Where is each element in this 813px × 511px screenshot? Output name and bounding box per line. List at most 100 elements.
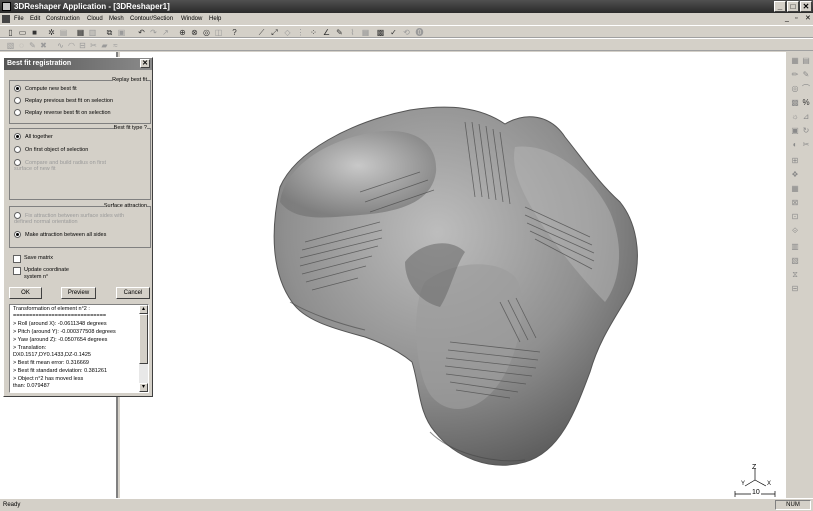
tool-i-icon[interactable]: ⧖ [790,270,800,280]
3d-viewport[interactable]: Z Y X 10 [120,52,786,498]
curve-icon[interactable]: ∿ [56,41,65,50]
preview-button[interactable]: Preview [61,287,96,299]
menu-window[interactable]: Window [181,13,202,25]
tool-f-icon[interactable]: ⟐ [790,226,800,236]
grid-icon[interactable]: ▦ [361,28,370,37]
dialog-title-bar[interactable]: Best fit registration ✕ [4,58,152,70]
close-button[interactable]: ✕ [800,1,812,12]
zoom-area-icon[interactable]: ⊗ [190,28,199,37]
mdi-minimize-button[interactable]: _ [785,13,789,25]
help-icon[interactable]: ? [230,28,239,37]
minimize-button[interactable]: _ [774,1,786,12]
log-scrollbar[interactable]: ▴ ▾ [139,305,148,392]
paste-icon[interactable]: ▣ [117,28,126,37]
shading-icon[interactable]: ⌒ [801,84,811,94]
tool-g-icon[interactable]: ▥ [790,242,800,252]
menu-edit[interactable]: Edit [30,13,40,25]
document-icon[interactable] [2,15,10,23]
copy-icon[interactable]: ⧉ [105,28,114,37]
radio-replay-reverse[interactable]: Replay reverse best fit on selection [14,109,111,117]
color-icon[interactable]: ◐ [790,140,800,150]
log-output[interactable]: Transformation of element n°2 : ========… [9,304,149,393]
tool-j-icon[interactable]: ⊟ [790,284,800,294]
menu-file[interactable]: File [14,13,24,25]
menu-construction[interactable]: Construction [46,13,80,25]
fit-view-icon[interactable]: ▦ [790,56,800,66]
cancel-button[interactable]: Cancel [116,287,150,299]
camera-icon[interactable]: ◎ [202,28,211,37]
update-coordinate-checkbox[interactable]: Update coordinate system n° [13,267,93,281]
checkbox-compare-radius[interactable]: Compare and build radius on first surfac… [14,159,109,172]
view-top-icon[interactable]: ▤ [801,56,811,66]
smooth-icon[interactable]: ≈ [111,41,120,50]
radio-all-together[interactable]: All together [14,133,53,141]
export-icon[interactable]: ▥ [88,28,97,37]
menu-help[interactable]: Help [209,13,221,25]
chart-icon[interactable]: ▩ [376,28,385,37]
network-icon[interactable]: ⟲ [402,28,411,37]
menu-cloud[interactable]: Cloud [87,13,103,25]
undo-icon[interactable]: ↶ [137,28,146,37]
menu-mesh[interactable]: Mesh [109,13,124,25]
lasso-icon[interactable]: ◌ [17,41,26,50]
view-iso-icon[interactable]: ◎ [790,84,800,94]
plane-icon[interactable]: ◇ [283,28,292,37]
mdi-close-button[interactable]: ✕ [805,13,811,25]
radio-compute-new[interactable]: Compute new best fit [14,85,77,93]
check-icon[interactable]: ✓ [389,28,398,37]
angle-icon[interactable]: ∠ [322,28,331,37]
redo-icon[interactable]: ↷ [149,28,158,37]
select-icon[interactable]: ▧ [6,41,15,50]
scroll-up-icon[interactable]: ▴ [139,305,148,314]
wire-icon[interactable]: ⊿ [801,112,811,122]
edit-icon[interactable]: ✎ [335,28,344,37]
lock-icon[interactable]: ▣ [790,126,800,136]
info-icon[interactable]: ⓿ [415,28,424,37]
fill-icon[interactable]: ▰ [100,41,109,50]
radio-all-sides[interactable]: Make attraction between all sides [14,231,106,239]
tool-d-icon[interactable]: ⊠ [790,198,800,208]
tool-e-icon[interactable]: ⊡ [790,212,800,222]
brush-icon[interactable]: ⌇ [348,28,357,37]
pen-icon[interactable]: ✎ [28,41,37,50]
open-icon[interactable]: ▭ [18,28,27,37]
scroll-down-icon[interactable]: ▾ [139,383,148,392]
layers-icon[interactable]: ◫ [214,28,223,37]
radio-first-object[interactable]: On first object of selection [14,146,88,154]
clip-icon[interactable]: ✂ [801,140,811,150]
surface-icon[interactable]: ◠ [67,41,76,50]
tool-h-icon[interactable]: ▧ [790,256,800,266]
zoom-in-icon[interactable]: ⊕ [178,28,187,37]
save-icon[interactable]: ■ [30,28,39,37]
section-icon[interactable]: ⊟ [78,41,87,50]
rotate-icon[interactable]: ↻ [801,126,811,136]
remove-icon[interactable]: ✖ [39,41,48,50]
grid-view-icon[interactable]: ▩ [790,98,800,108]
scroll-thumb[interactable] [139,314,148,364]
measure-icon[interactable]: ⟋ [257,28,266,37]
ok-button[interactable]: OK [9,287,42,299]
tool-b-icon[interactable]: ❖ [790,170,800,180]
maximize-button[interactable]: □ [787,1,799,12]
light-icon[interactable]: ☼ [790,112,800,122]
view-side-icon[interactable]: ✎ [801,70,811,80]
save-matrix-checkbox[interactable]: Save matrix [13,255,53,263]
radio-replay-previous[interactable]: Replay previous best fit on selection [14,97,113,105]
print-icon[interactable]: ▦ [76,28,85,37]
pointer-icon[interactable]: ↗ [161,28,170,37]
radio-fix-attraction[interactable]: Fix attraction between surface sides wit… [14,212,139,225]
points-icon[interactable]: ⁘ [309,28,318,37]
mdi-restore-button[interactable]: ▫ [795,13,797,25]
percent-icon[interactable]: % [801,98,811,108]
cloud-tool-icon[interactable]: ✲ [47,28,56,37]
line-icon[interactable]: ⤢ [270,28,279,37]
new-icon[interactable]: ▯ [6,28,15,37]
view-front-icon[interactable]: ✏ [790,70,800,80]
tool-a-icon[interactable]: ⊞ [790,156,800,166]
cut-icon[interactable]: ✂ [89,41,98,50]
dialog-close-button[interactable]: ✕ [140,59,150,68]
tool-c-icon[interactable]: ▦ [790,184,800,194]
menu-contour-section[interactable]: Contour/Section [130,13,173,25]
mesh-tool-icon[interactable]: ▤ [59,28,68,37]
point-icon[interactable]: ⋮ [296,28,305,37]
